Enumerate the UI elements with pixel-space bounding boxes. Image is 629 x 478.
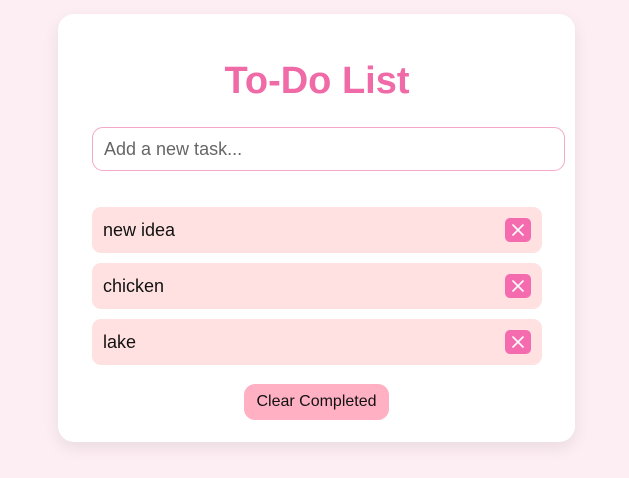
close-icon [512, 336, 524, 348]
close-icon [512, 224, 524, 236]
task-item[interactable]: chicken [92, 263, 542, 309]
task-item[interactable]: lake [92, 319, 542, 365]
task-text: lake [103, 331, 137, 352]
close-icon [512, 280, 524, 292]
clear-completed-button[interactable]: Clear Completed [244, 384, 389, 420]
new-task-input[interactable] [92, 127, 565, 171]
task-item[interactable]: new idea [92, 207, 542, 253]
task-list: new idea chicken lake [92, 207, 542, 375]
delete-task-button[interactable] [505, 218, 531, 242]
delete-task-button[interactable] [505, 330, 531, 354]
task-text: chicken [103, 275, 165, 296]
page-title: To-Do List [224, 60, 410, 102]
task-text: new idea [103, 219, 176, 240]
delete-task-button[interactable] [505, 274, 531, 298]
